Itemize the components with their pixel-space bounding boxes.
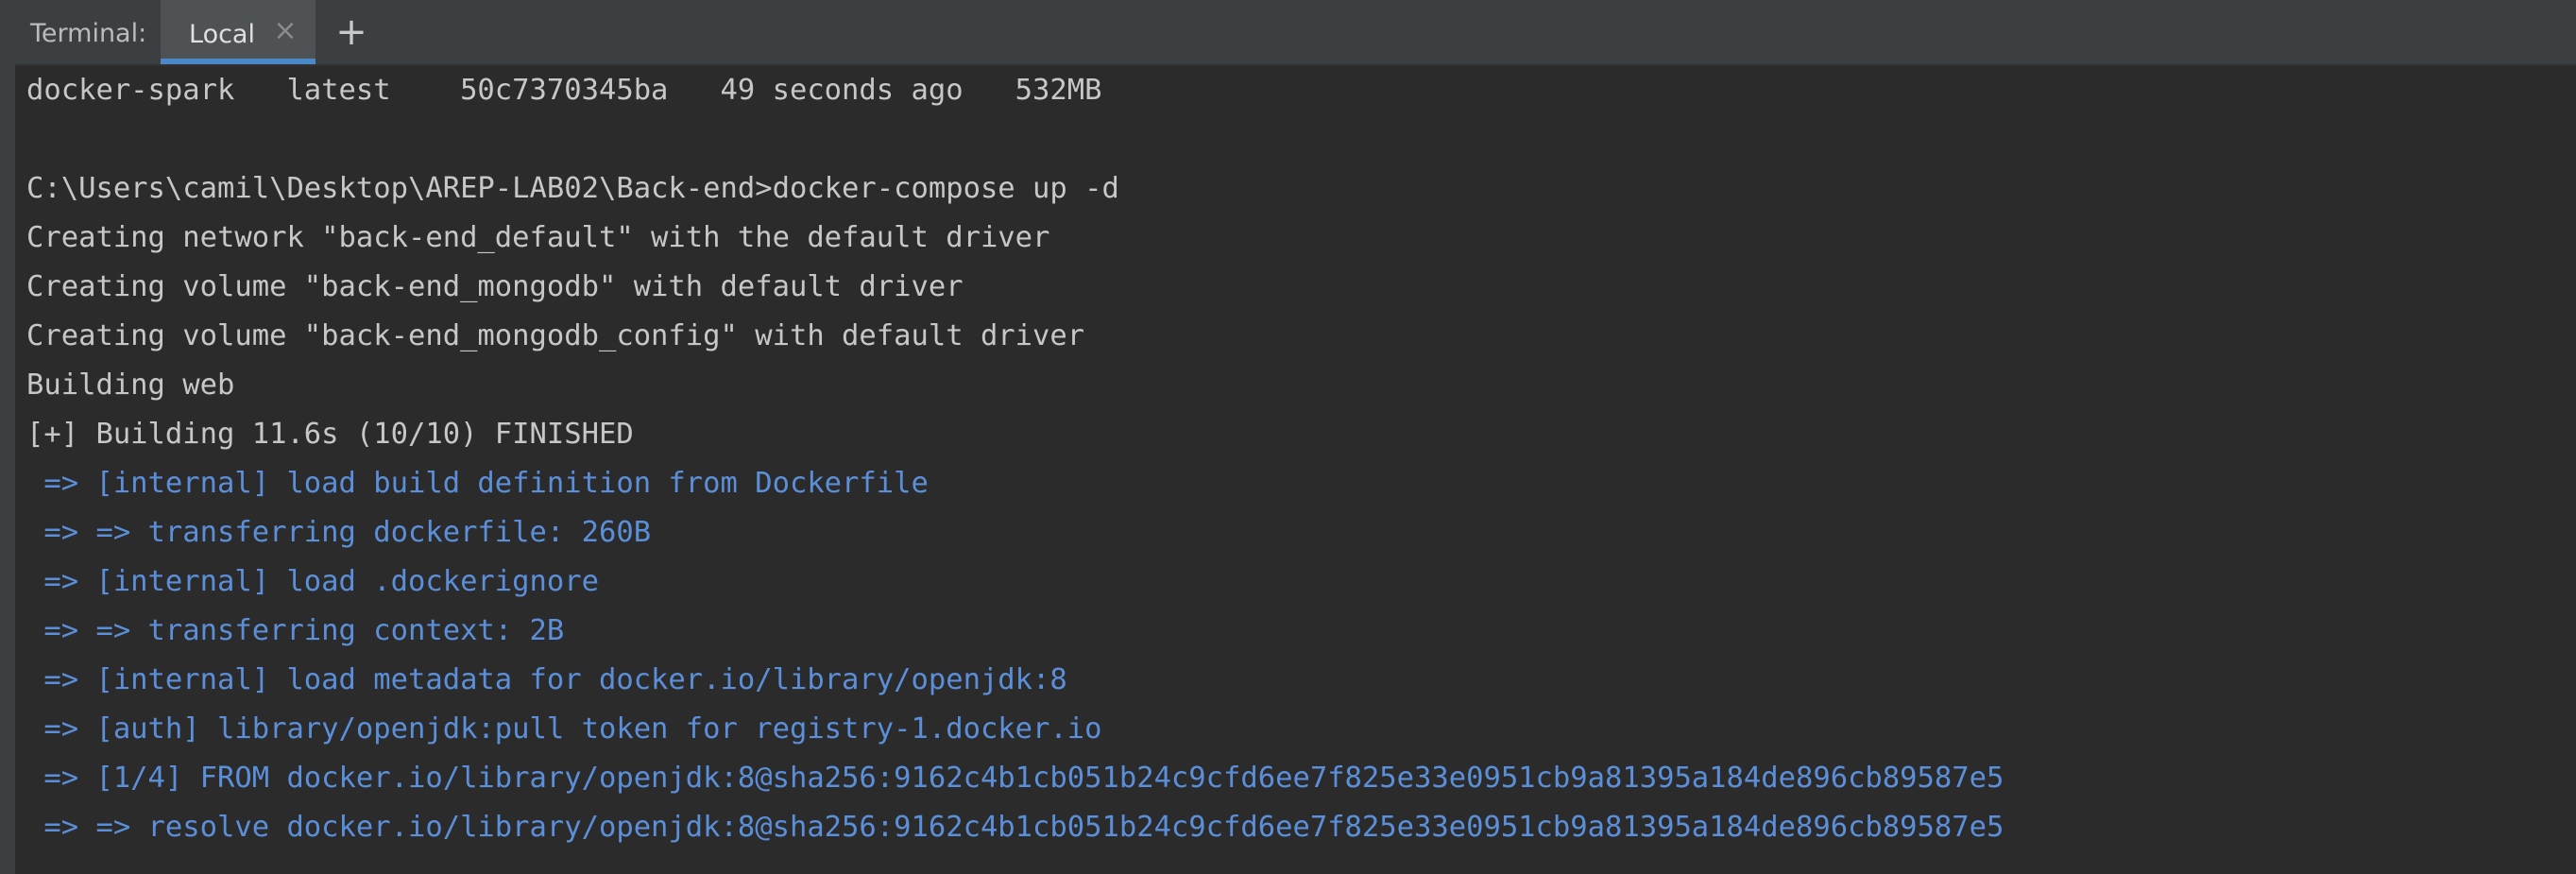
favorites-side-tab[interactable] — [0, 697, 15, 754]
terminal-line: docker-spark latest 50c7370345ba 49 seco… — [26, 74, 1102, 107]
tab-local[interactable]: Local × — [161, 0, 316, 64]
build-step-line: => => transferring context: 2B — [26, 614, 565, 647]
build-step-line: => => resolve docker.io/library/openjdk:… — [26, 811, 2005, 844]
terminal-line: C:\Users\camil\Desktop\AREP-LAB02\Back-e… — [26, 172, 1119, 205]
close-icon[interactable]: × — [272, 17, 299, 45]
terminal-output[interactable]: docker-spark latest 50c7370345ba 49 seco… — [15, 66, 2576, 874]
terminal-line: Creating network "back-end_default" with… — [26, 221, 1050, 254]
tab-local-label: Local — [189, 20, 255, 49]
build-step-line: => [internal] load metadata for docker.i… — [26, 663, 1067, 696]
build-step-line: => [internal] load build definition from… — [26, 467, 929, 500]
terminal-line: Creating volume "back-end_mongodb" with … — [26, 270, 964, 303]
new-session-button[interactable]: + — [333, 13, 370, 51]
terminal-tool-window-header: Terminal: Local × + — [15, 0, 2576, 66]
terminal-title-label: Terminal: — [30, 19, 147, 48]
build-step-line: => [auth] library/openjdk:pull token for… — [26, 712, 1102, 745]
build-step-line: => => transferring dockerfile: 260B — [26, 516, 652, 549]
terminal-line: [+] Building 11.6s (10/10) FINISHED — [26, 418, 634, 451]
left-tool-strip — [0, 0, 16, 874]
terminal-line: Building web — [26, 368, 235, 402]
build-step-line: => [internal] load .dockerignore — [26, 565, 599, 598]
structure-side-tab[interactable] — [0, 461, 15, 518]
build-step-line: => [1/4] FROM docker.io/library/openjdk:… — [26, 762, 2005, 795]
terminal-line: Creating volume "back-end_mongodb_config… — [26, 319, 1085, 352]
